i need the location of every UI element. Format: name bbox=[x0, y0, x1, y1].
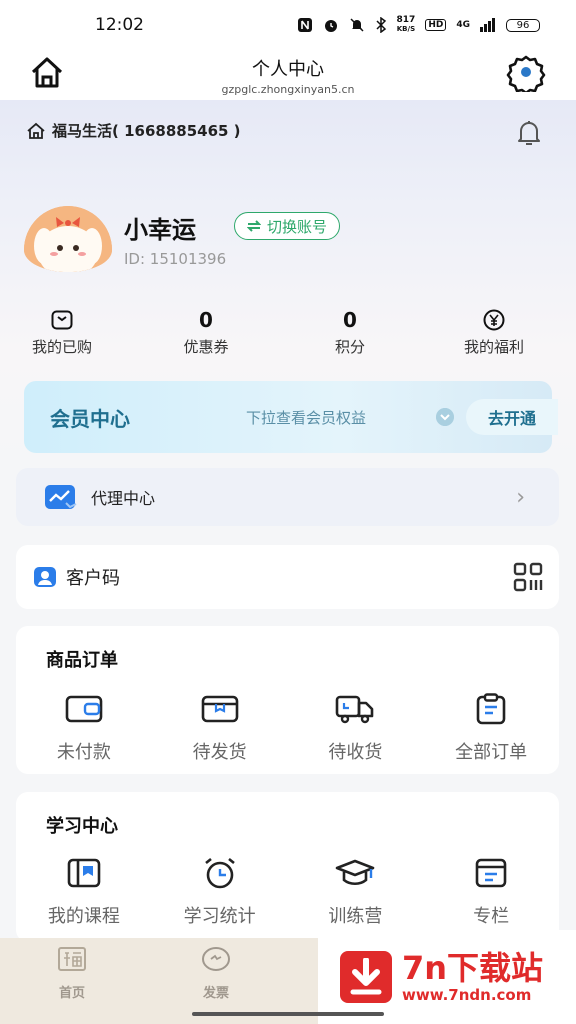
vip-title: 会员中心 bbox=[50, 406, 130, 431]
status-icons: 817 KB/S HD 4G 96 bbox=[297, 16, 540, 34]
study-column[interactable]: 专栏 bbox=[423, 856, 559, 928]
switch-account-button[interactable]: 切换账号 bbox=[234, 212, 341, 240]
bell-icon[interactable] bbox=[514, 118, 544, 148]
clipboard-icon bbox=[476, 693, 506, 725]
stat-purchased[interactable]: 我的已购 bbox=[0, 306, 134, 357]
status-bar: 12:02 817 KB/S HD 4G 96 bbox=[0, 0, 576, 50]
net-speed-value: 817 bbox=[396, 15, 416, 25]
battery-icon: 96 bbox=[506, 18, 540, 32]
header: 个人中心 gzpglc.zhongxinyan5.cn bbox=[0, 50, 576, 100]
stat-points[interactable]: 0 积分 bbox=[278, 306, 422, 357]
home-indicator bbox=[192, 1012, 384, 1016]
home-small-icon bbox=[27, 122, 45, 139]
network-speed: 817 KB/S bbox=[397, 16, 416, 34]
order-label: 未付款 bbox=[56, 742, 111, 763]
orders-grid: 未付款 待发货 待收货 全部订单 bbox=[16, 692, 559, 764]
user-id: ID: 15101396 bbox=[124, 250, 227, 268]
username: 小幸运 bbox=[124, 216, 196, 244]
signal-icon bbox=[480, 18, 495, 32]
agent-center-row[interactable]: 代理中心 › bbox=[16, 468, 559, 526]
vip-tip: 下拉查看会员权益 bbox=[246, 408, 367, 427]
page-url: gzpglc.zhongxinyan5.cn bbox=[221, 82, 355, 96]
study-grid: 我的课程 学习统计 训练营 专栏 bbox=[16, 856, 559, 928]
order-unpaid[interactable]: 未付款 bbox=[16, 692, 152, 764]
home-icon[interactable] bbox=[28, 54, 66, 92]
stats-row: 我的已购 0 优惠券 0 积分 我的福利 bbox=[0, 306, 576, 357]
alarm-clock-icon bbox=[204, 857, 235, 889]
alarm-icon bbox=[324, 20, 337, 32]
hd-badge: HD bbox=[425, 19, 447, 31]
header-titles: 个人中心 gzpglc.zhongxinyan5.cn bbox=[221, 55, 354, 96]
wallet-icon bbox=[65, 695, 103, 723]
order-label: 待发货 bbox=[192, 742, 247, 763]
column-icon bbox=[475, 858, 507, 888]
net-speed-unit: KB/S bbox=[396, 25, 416, 33]
page-title: 个人中心 bbox=[252, 58, 324, 80]
vip-banner[interactable]: 会员中心 下拉查看会员权益 去开通 bbox=[24, 381, 558, 453]
purchased-icon bbox=[51, 310, 73, 330]
truck-icon bbox=[336, 695, 374, 724]
order-label: 全部订单 bbox=[455, 742, 528, 763]
chevron-right-icon: › bbox=[516, 484, 525, 510]
order-to-ship[interactable]: 待发货 bbox=[152, 692, 288, 764]
vip-open-button[interactable]: 去开通 bbox=[466, 399, 558, 435]
page: 12:02 817 KB/S HD 4G 96 个人中心 gzpglc.zhon… bbox=[0, 0, 576, 1024]
study-card: 学习中心 我的课程 学习统计 训练营 专栏 bbox=[16, 792, 559, 942]
switch-account-label: 切换账号 bbox=[267, 217, 328, 236]
stat-label: 积分 bbox=[334, 338, 365, 356]
stat-welfare[interactable]: 我的福利 bbox=[422, 306, 566, 357]
gear-icon[interactable] bbox=[506, 52, 546, 92]
invoice-icon bbox=[202, 947, 230, 971]
study-stats[interactable]: 学习统计 bbox=[152, 856, 288, 928]
study-camp[interactable]: 训练营 bbox=[288, 856, 424, 928]
user-badge-icon bbox=[34, 567, 56, 587]
study-label: 学习统计 bbox=[183, 906, 256, 927]
orders-title: 商品订单 bbox=[46, 650, 118, 671]
watermark-title: 7n下载站 bbox=[402, 949, 544, 987]
status-time: 12:02 bbox=[95, 15, 144, 35]
bluetooth-icon bbox=[376, 17, 386, 33]
tab-home[interactable]: 首页 bbox=[0, 938, 144, 1024]
fu-icon bbox=[58, 947, 86, 971]
study-label: 专栏 bbox=[473, 906, 510, 927]
chevron-down-icon bbox=[436, 408, 454, 426]
study-my-courses[interactable]: 我的课程 bbox=[16, 856, 152, 928]
box-icon bbox=[201, 695, 238, 723]
download-arrow-icon bbox=[340, 951, 392, 1003]
orders-card: 商品订单 未付款 待发货 待收货 全部订单 bbox=[16, 626, 559, 774]
watermark-url: www.7ndn.com bbox=[402, 986, 532, 1004]
study-title: 学习中心 bbox=[46, 816, 118, 837]
watermark: 7n下载站 www.7ndn.com bbox=[318, 930, 576, 1024]
agent-center-label: 代理中心 bbox=[91, 489, 156, 508]
stat-value: 0 bbox=[199, 308, 213, 332]
customer-code-label: 客户码 bbox=[66, 568, 120, 589]
signal-label: 4G bbox=[456, 20, 470, 30]
agent-chart-icon bbox=[45, 485, 77, 509]
stat-label: 我的福利 bbox=[463, 338, 524, 356]
qr-code-icon[interactable] bbox=[513, 562, 543, 592]
store-label: 福马生活( 1668885465 ) bbox=[52, 122, 241, 140]
nfc-icon bbox=[297, 18, 312, 32]
tab-label: 发票 bbox=[202, 986, 229, 1001]
swap-icon bbox=[247, 220, 261, 232]
yen-coin-icon bbox=[483, 309, 505, 331]
order-all[interactable]: 全部订单 bbox=[423, 692, 559, 764]
stat-coupons[interactable]: 0 优惠券 bbox=[134, 306, 278, 357]
tab-label: 首页 bbox=[58, 986, 85, 1001]
study-label: 我的课程 bbox=[47, 906, 120, 927]
order-label: 待收货 bbox=[328, 742, 383, 763]
watermark-text: 7n下载站 www.7ndn.com bbox=[402, 950, 543, 1004]
study-label: 训练营 bbox=[328, 906, 383, 927]
graduation-cap-icon bbox=[336, 859, 375, 886]
order-to-receive[interactable]: 待收货 bbox=[288, 692, 424, 764]
store-selector[interactable]: 福马生活( 1668885465 ) bbox=[26, 120, 241, 141]
book-icon bbox=[67, 858, 101, 888]
stat-value: 0 bbox=[343, 308, 357, 332]
customer-code-row[interactable]: 客户码 bbox=[16, 545, 559, 609]
stat-label: 优惠券 bbox=[183, 338, 229, 356]
stat-label: 我的已购 bbox=[31, 338, 92, 356]
mute-icon bbox=[350, 18, 364, 32]
